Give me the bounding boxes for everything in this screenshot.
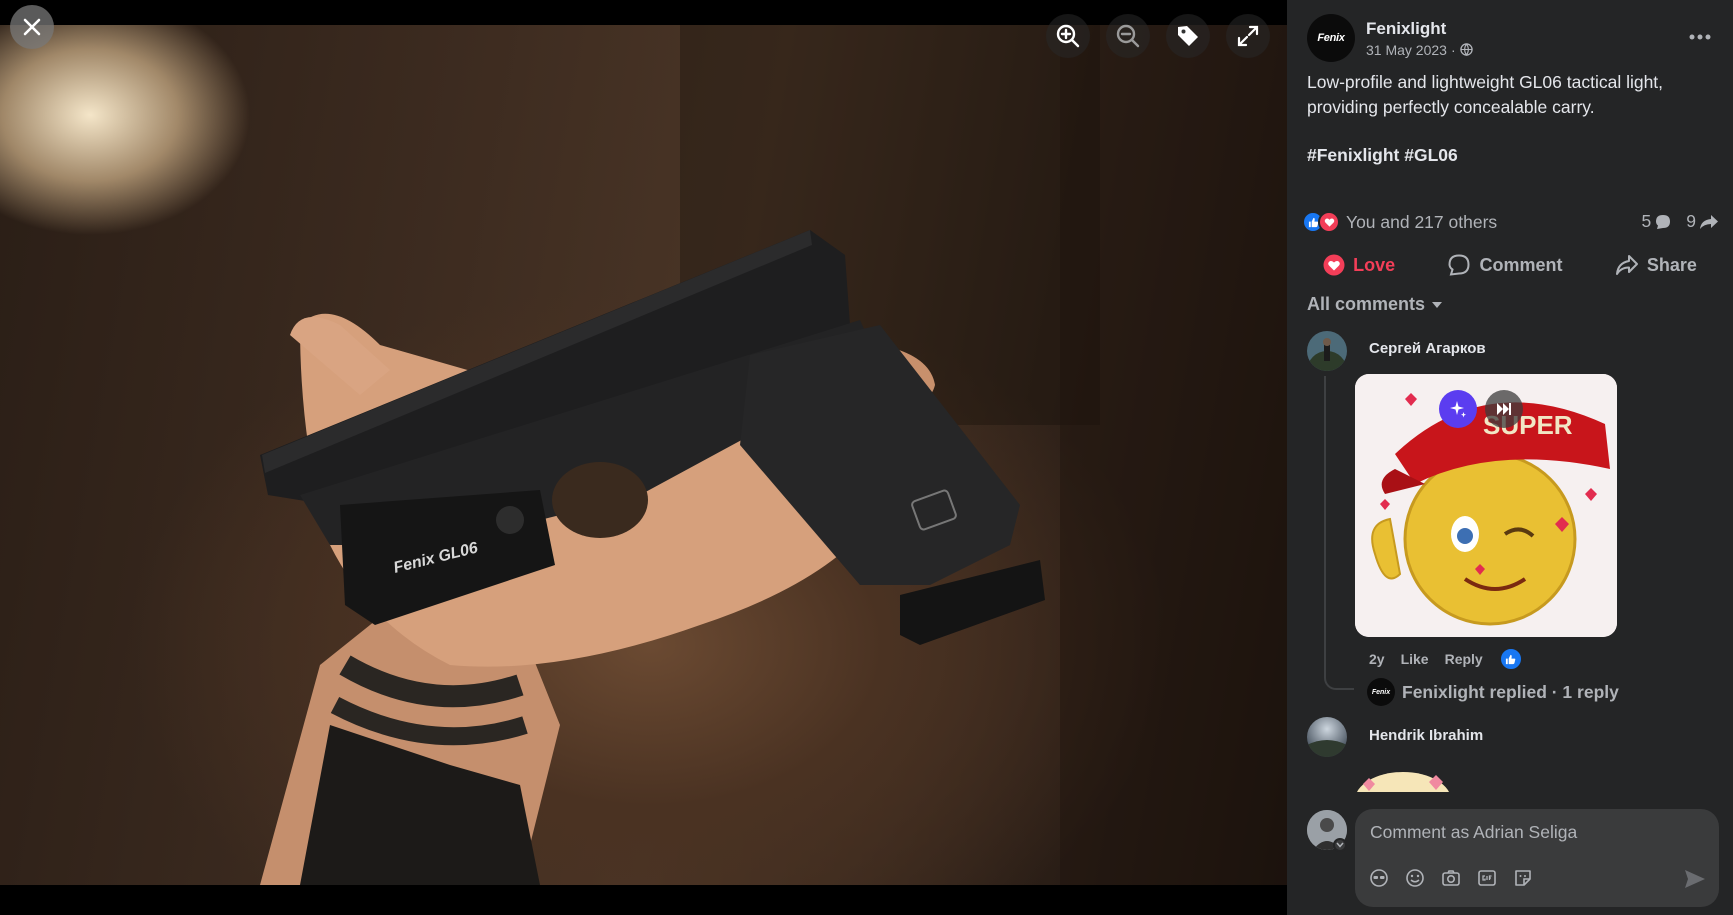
reactions-text: You and 217 others — [1346, 211, 1498, 232]
comment-input-placeholder[interactable]: Comment as Adrian Seliga — [1370, 822, 1577, 843]
comment-input[interactable]: Comment as Adrian Seliga — [1355, 809, 1719, 907]
comment-gif-2[interactable] — [1353, 770, 1453, 792]
sticker-button[interactable] — [1512, 867, 1534, 889]
photo-viewer: Fenix GL06 — [0, 0, 1287, 915]
avatar-sticker-button[interactable] — [1368, 867, 1390, 889]
comment-filter-label: All comments — [1307, 294, 1426, 314]
zoom-out-icon — [1116, 24, 1140, 48]
comment-age[interactable]: 2y — [1369, 651, 1385, 667]
comment-like-link[interactable]: Like — [1401, 651, 1429, 667]
sticker-icon — [1515, 870, 1531, 886]
photo-content: Fenix GL06 — [260, 25, 1287, 885]
chevron-down-icon — [1336, 842, 1344, 848]
avatar-sticker-icon — [1370, 869, 1388, 887]
post-panel: Fenix Fenixlight 31 May 2023 · Low-profi… — [1287, 0, 1733, 915]
fullscreen-button[interactable] — [1226, 14, 1270, 58]
comment-filter-dropdown[interactable]: All comments — [1307, 294, 1443, 315]
more-icon — [1689, 34, 1711, 40]
post-actions: Love Comment Share — [1287, 248, 1733, 282]
comment-count-value: 5 — [1641, 211, 1652, 231]
love-label: Love — [1353, 254, 1396, 275]
reactions-summary[interactable]: You and 217 others — [1302, 211, 1497, 233]
send-icon — [1685, 870, 1705, 888]
zoom-in-button[interactable] — [1046, 14, 1090, 58]
post-header: Fenix Fenixlight 31 May 2023 · — [1307, 14, 1473, 62]
replier-avatar: Fenix — [1367, 678, 1395, 706]
camera-button[interactable] — [1440, 867, 1462, 889]
replied-text: Fenixlight replied · 1 reply — [1402, 681, 1619, 702]
hashtag-gl06[interactable]: #GL06 — [1404, 145, 1458, 165]
page-name[interactable]: Fenixlight — [1366, 19, 1473, 39]
engagement-counts: 5 9 — [1634, 211, 1719, 232]
sparkle-icon — [1450, 401, 1466, 418]
share-count[interactable]: 9 — [1686, 211, 1719, 232]
emoji-icon — [1406, 869, 1424, 887]
post-date[interactable]: 31 May 2023 — [1366, 42, 1447, 58]
comment-count[interactable]: 5 — [1642, 211, 1673, 232]
share-count-value: 9 — [1686, 211, 1696, 231]
account-switch-button[interactable] — [1333, 838, 1347, 852]
post-meta: 31 May 2023 · — [1366, 42, 1473, 58]
send-button[interactable] — [1683, 867, 1707, 891]
commenter-avatar-2[interactable] — [1307, 717, 1347, 757]
gif-button[interactable] — [1476, 867, 1498, 889]
post-caption: Low-profile and lightweight GL06 tactica… — [1307, 72, 1664, 117]
share-button[interactable]: Share — [1615, 253, 1697, 277]
zoom-in-icon — [1056, 24, 1080, 48]
fullscreen-icon — [1237, 25, 1259, 47]
post-hashtags: #Fenixlight #GL06 — [1307, 145, 1458, 166]
hashtag-fenixlight[interactable]: #Fenixlight — [1307, 145, 1399, 165]
composer-tools — [1368, 867, 1534, 889]
love-reaction-icon — [1318, 211, 1340, 233]
tag-button[interactable] — [1166, 14, 1210, 58]
commenter-avatar[interactable] — [1307, 331, 1347, 371]
view-replies-link[interactable]: Fenix Fenixlight replied · 1 reply — [1367, 678, 1619, 706]
comment-meta: 2y Like Reply — [1369, 647, 1523, 671]
share-label: Share — [1646, 254, 1697, 275]
chevron-down-icon — [1432, 301, 1443, 308]
love-icon — [1323, 254, 1345, 276]
comment-like-badge[interactable] — [1498, 647, 1523, 671]
close-button[interactable] — [10, 5, 54, 49]
comment-author-2[interactable]: Hendrik Ibrahim — [1369, 727, 1483, 744]
thread-line — [1324, 376, 1354, 690]
skip-forward-icon — [1497, 403, 1511, 415]
page-avatar[interactable]: Fenix — [1307, 14, 1355, 62]
meta-separator: · — [1450, 41, 1456, 58]
camera-icon — [1442, 870, 1460, 886]
thumbs-up-icon — [1506, 654, 1516, 664]
love-button[interactable]: Love — [1323, 254, 1395, 276]
tag-icon — [1178, 26, 1198, 46]
comment-author[interactable]: Сергей Агарков — [1369, 340, 1486, 357]
share-arrow-icon — [1700, 214, 1718, 229]
gif-icon — [1478, 870, 1496, 886]
share-icon — [1615, 255, 1638, 275]
globe-icon — [1459, 43, 1473, 56]
post-photo[interactable]: Fenix GL06 — [0, 25, 1287, 885]
comment-button[interactable]: Comment — [1447, 253, 1563, 277]
comment-composer: Comment as Adrian Seliga — [1287, 800, 1733, 915]
comment-bubble-icon — [1656, 214, 1671, 229]
comment-gif[interactable]: SUPER — [1355, 374, 1617, 637]
ai-sparkle-button[interactable] — [1439, 390, 1477, 428]
more-options-button[interactable] — [1682, 22, 1718, 52]
gif-skip-button[interactable] — [1485, 390, 1523, 428]
close-icon — [23, 18, 41, 36]
comment-reply-link[interactable]: Reply — [1445, 651, 1483, 667]
emoji-button[interactable] — [1404, 867, 1426, 889]
zoom-out-button[interactable] — [1106, 14, 1150, 58]
comment-label: Comment — [1479, 254, 1563, 275]
comment-icon — [1448, 254, 1470, 276]
